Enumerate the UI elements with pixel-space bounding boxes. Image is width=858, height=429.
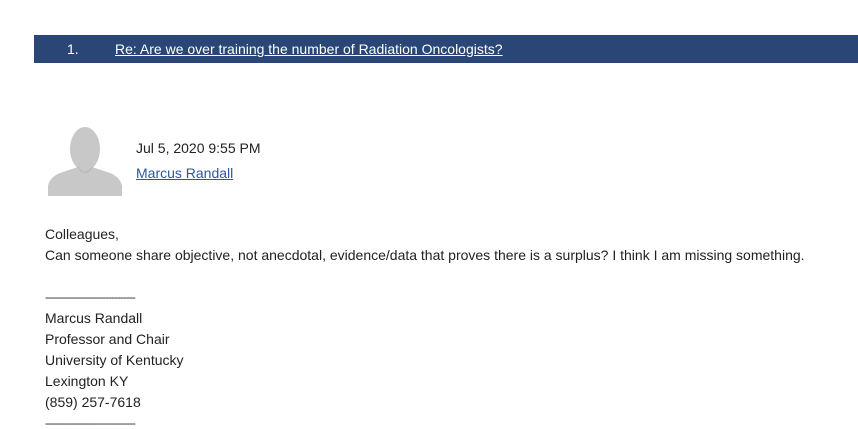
thread-header-bar: 1. Re: Are we over training the number o… xyxy=(34,35,858,63)
thread-title-link[interactable]: Re: Are we over training the number of R… xyxy=(115,41,503,57)
signature-title: Professor and Chair xyxy=(45,331,170,347)
signature-organization: University of Kentucky xyxy=(45,352,184,368)
author-profile-link[interactable]: Marcus Randall xyxy=(136,165,233,181)
signature-divider-top: ------------------------------ xyxy=(45,290,136,304)
post-body: Colleagues, Can someone share objective,… xyxy=(45,224,845,429)
post-greeting: Colleagues, xyxy=(45,226,119,242)
forum-post-page: 1. Re: Are we over training the number o… xyxy=(0,0,858,429)
user-avatar-icon[interactable] xyxy=(48,126,122,196)
post-timestamp: Jul 5, 2020 9:55 PM xyxy=(136,140,261,156)
thread-number: 1. xyxy=(67,41,79,57)
signature-location: Lexington KY xyxy=(45,373,129,389)
signature-name: Marcus Randall xyxy=(45,310,143,326)
signature-divider-bottom: ------------------------------ xyxy=(45,416,136,429)
signature-phone: (859) 257-7618 xyxy=(45,394,141,410)
post-message: Can someone share objective, not anecdot… xyxy=(45,247,805,263)
